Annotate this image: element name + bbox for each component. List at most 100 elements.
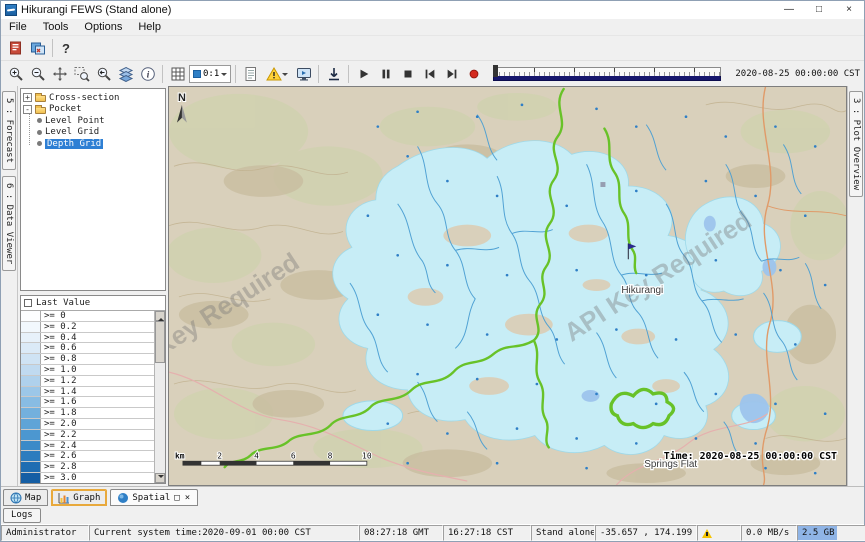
warning-icon: [702, 529, 712, 538]
scroll-up-icon[interactable]: [155, 311, 165, 321]
legend-label: >= 2.4: [41, 441, 77, 451]
legend-row: >= 0.6: [21, 343, 154, 354]
tree-node-label: Level Grid: [45, 127, 99, 137]
map-view: API Key Required API Key Required Hikura…: [168, 86, 847, 486]
status-network-rate: 0.0 MB/s: [741, 525, 797, 541]
open-display-icon[interactable]: [293, 63, 314, 84]
help-button[interactable]: ?: [57, 38, 75, 59]
town-label-hikurangi: Hikurangi: [621, 285, 663, 296]
legend-row: >= 0.8: [21, 354, 154, 365]
toolbar-separator: [318, 65, 319, 83]
tab-plot-overview[interactable]: 3 : Plot Overview: [849, 91, 863, 197]
window-title: Hikurangi FEWS (Stand alone): [21, 4, 171, 16]
tree-expander-icon[interactable]: -: [23, 105, 32, 114]
record-icon[interactable]: [463, 63, 484, 84]
legend-label: >= 0.4: [41, 333, 77, 343]
last-value-checkbox[interactable]: [24, 299, 32, 307]
layer-ratio-combobox[interactable]: 0:1: [189, 65, 231, 83]
tree-expander-icon[interactable]: +: [23, 93, 32, 102]
svg-text:6: 6: [291, 451, 296, 460]
info-icon[interactable]: i: [137, 63, 158, 84]
tab-spatial[interactable]: Spatial □ ×: [110, 489, 198, 506]
set-current-time-icon[interactable]: [323, 63, 344, 84]
tab-label: Map: [25, 493, 41, 503]
menu-help[interactable]: Help: [130, 19, 169, 35]
status-warning-cell[interactable]: [697, 525, 741, 541]
legend-swatch: [21, 322, 41, 332]
tab-data-viewer[interactable]: 6 : Data Viewer: [2, 176, 16, 271]
grid-display-icon[interactable]: [167, 63, 188, 84]
current-datetime-label: 2020-08-25 00:00:00 CST: [735, 69, 860, 79]
timeline-slider[interactable]: [493, 67, 721, 81]
zoom-previous-icon[interactable]: [93, 63, 114, 84]
legend-label: >= 0.8: [41, 354, 77, 364]
maximize-button[interactable]: □: [804, 1, 834, 19]
sphere-icon: [117, 492, 129, 504]
tree-node-label: Cross-section: [49, 93, 119, 103]
title-bar: Hikurangi FEWS (Stand alone) — □ ×: [1, 1, 864, 19]
legend-swatch: [21, 462, 41, 472]
legend-row: >= 1.0: [21, 365, 154, 376]
legend-swatch: [21, 311, 41, 321]
legend-row: >= 1.2: [21, 376, 154, 387]
tree-node-level-point[interactable]: Level Point: [37, 115, 163, 127]
zoom-in-icon[interactable]: [5, 63, 26, 84]
tree-node-level-grid[interactable]: Level Grid: [37, 127, 163, 139]
warning-dropdown-icon[interactable]: [262, 63, 292, 84]
timeline-ruler[interactable]: [493, 67, 721, 76]
pan-icon[interactable]: [49, 63, 70, 84]
tree-node-depth-grid[interactable]: Depth Grid: [37, 138, 163, 150]
skip-start-icon[interactable]: [419, 63, 440, 84]
legend-row: >= 1.8: [21, 408, 154, 419]
close-button[interactable]: ×: [834, 1, 864, 19]
legend-label: >= 2.0: [41, 419, 77, 429]
zoom-box-icon[interactable]: [71, 63, 92, 84]
tree-node-pocket[interactable]: - Pocket: [23, 104, 163, 116]
zoom-out-icon[interactable]: [27, 63, 48, 84]
tab-map[interactable]: Map: [3, 489, 48, 506]
menu-tools[interactable]: Tools: [35, 19, 77, 35]
skip-end-icon[interactable]: [441, 63, 462, 84]
logs-button[interactable]: Logs: [3, 508, 41, 523]
app-window: Hikurangi FEWS (Stand alone) — □ × File …: [0, 0, 865, 542]
minimize-button[interactable]: —: [774, 1, 804, 19]
toolbar-separator: [52, 39, 53, 57]
legend-label: >= 2.6: [41, 451, 77, 461]
tab-graph[interactable]: Graph: [51, 489, 107, 506]
gis-layers-icon[interactable]: [27, 38, 48, 59]
legend-swatch: [21, 430, 41, 440]
tree-node-cross-section[interactable]: + Cross-section: [23, 92, 163, 104]
legend-label: >= 2.2: [41, 430, 77, 440]
menu-file[interactable]: File: [1, 19, 35, 35]
tab-forecast[interactable]: 5 : Forecast: [2, 91, 16, 170]
logs-row: Logs: [1, 506, 864, 524]
stop-icon[interactable]: [397, 63, 418, 84]
status-gmt-time: 08:27:18 GMT: [359, 525, 443, 541]
toolbar-separator: [235, 65, 236, 83]
legend-label: >= 0: [41, 311, 66, 321]
tree-node-label: Level Point: [45, 116, 105, 126]
legend-scrollbar[interactable]: [154, 311, 165, 483]
map-time-label: Time: 2020-08-25 00:00:00 CST: [664, 450, 837, 462]
status-coordinates: -35.657 , 174.199: [595, 525, 697, 541]
log-book-icon[interactable]: [5, 38, 26, 59]
status-bar: Administrator Current system time:2020-0…: [1, 524, 864, 541]
pause-icon[interactable]: [375, 63, 396, 84]
document-icon[interactable]: [240, 63, 261, 84]
legend-swatch: [21, 441, 41, 451]
scroll-down-icon[interactable]: [155, 473, 165, 483]
map-canvas[interactable]: API Key Required API Key Required Hikura…: [169, 87, 846, 485]
timeline-handle[interactable]: [493, 65, 498, 77]
bullet-icon: [37, 141, 42, 146]
layers-icon[interactable]: [115, 63, 136, 84]
float-tab-icon[interactable]: □: [173, 493, 180, 503]
close-tab-icon[interactable]: ×: [184, 493, 191, 503]
layer-color-chip: [193, 70, 201, 78]
menu-options[interactable]: Options: [76, 19, 130, 35]
play-icon[interactable]: [353, 63, 374, 84]
scroll-thumb[interactable]: [155, 321, 165, 363]
legend-label: >= 1.2: [41, 376, 77, 386]
legend-swatch: [21, 408, 41, 418]
right-tab-strip: 3 : Plot Overview: [847, 86, 864, 486]
chevron-down-icon: [221, 73, 227, 79]
